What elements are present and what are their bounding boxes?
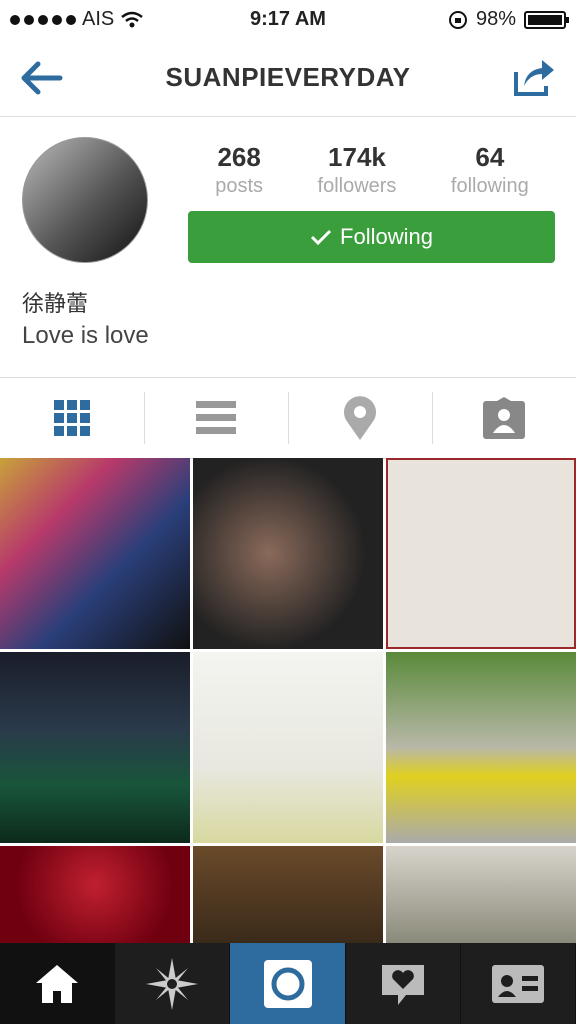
tab-grid[interactable] bbox=[0, 378, 144, 458]
tab-home[interactable] bbox=[0, 943, 116, 1024]
profile-stats: 268 posts 174k followers 64 following bbox=[188, 142, 556, 198]
photo-thumbnail[interactable] bbox=[193, 846, 383, 943]
profile-name: 徐静蕾 bbox=[22, 291, 89, 316]
followers-label: followers bbox=[317, 175, 397, 197]
tagged-icon bbox=[483, 397, 525, 439]
view-tabs bbox=[0, 377, 576, 459]
photo-thumbnail[interactable] bbox=[386, 458, 576, 649]
followers-count: 174k bbox=[328, 142, 386, 172]
photo-thumbnail[interactable] bbox=[386, 652, 576, 843]
list-icon bbox=[196, 401, 236, 434]
following-count: 64 bbox=[475, 142, 505, 172]
rotation-lock-icon bbox=[448, 10, 467, 29]
tab-list[interactable] bbox=[144, 378, 288, 458]
battery-label: 98% bbox=[475, 8, 516, 30]
photo-thumbnail[interactable] bbox=[0, 652, 190, 843]
photo-thumbnail[interactable] bbox=[0, 458, 190, 649]
nav-bar: SUANPIEVERYDAY bbox=[0, 40, 576, 117]
tab-camera[interactable] bbox=[230, 943, 346, 1024]
grid-icon bbox=[54, 400, 90, 436]
photo-thumbnail[interactable] bbox=[193, 652, 383, 843]
page-title: SUANPIEVERYDAY bbox=[165, 62, 411, 92]
following-button[interactable]: Following bbox=[188, 211, 555, 263]
bottom-tab-bar bbox=[0, 943, 576, 1024]
photo-thumbnail[interactable] bbox=[0, 846, 190, 943]
explore-icon bbox=[146, 957, 199, 1010]
home-icon bbox=[36, 964, 79, 1003]
following-label: following bbox=[450, 175, 529, 197]
tab-profile[interactable] bbox=[461, 943, 576, 1024]
camera-icon bbox=[263, 959, 312, 1008]
tab-tagged[interactable] bbox=[432, 378, 576, 458]
photo-grid bbox=[0, 458, 576, 943]
battery-icon bbox=[524, 10, 569, 29]
stat-followers[interactable]: 174k followers bbox=[318, 142, 397, 198]
photo-thumbnail[interactable] bbox=[193, 458, 383, 649]
following-button-label: Following bbox=[340, 224, 433, 249]
tab-explore[interactable] bbox=[115, 943, 231, 1024]
status-bar: AIS 9:17 AM 98% bbox=[0, 0, 576, 40]
profile-bio: Love is love bbox=[22, 322, 149, 349]
stat-following[interactable]: 64 following bbox=[451, 142, 529, 198]
tab-activity[interactable] bbox=[346, 943, 461, 1024]
posts-label: posts bbox=[215, 175, 264, 197]
location-icon bbox=[344, 396, 376, 440]
avatar[interactable] bbox=[22, 137, 148, 263]
activity-icon bbox=[381, 964, 424, 1005]
photo-thumbnail[interactable] bbox=[386, 846, 576, 943]
tab-location[interactable] bbox=[288, 378, 432, 458]
share-icon[interactable] bbox=[512, 56, 556, 98]
profile-icon bbox=[491, 964, 544, 1003]
checkmark-icon bbox=[310, 229, 332, 246]
stat-posts[interactable]: 268 posts bbox=[215, 142, 263, 198]
posts-count: 268 bbox=[217, 142, 261, 172]
